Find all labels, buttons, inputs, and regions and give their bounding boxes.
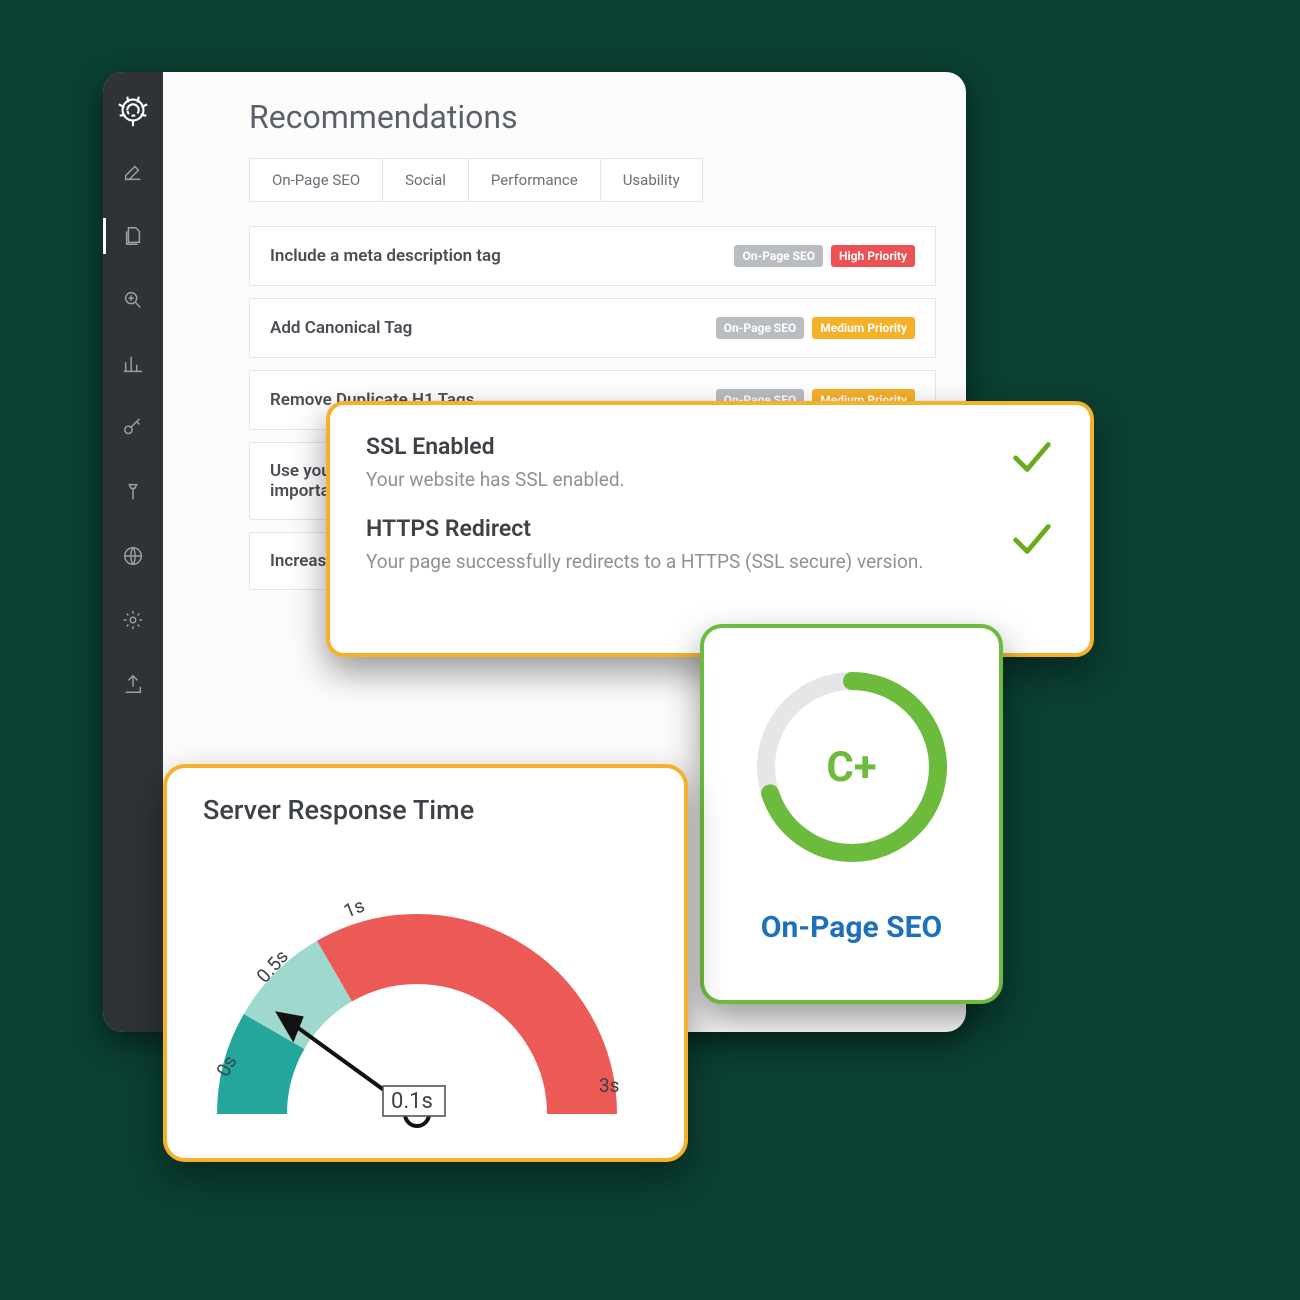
- sidebar-item-analytics[interactable]: [103, 332, 163, 396]
- sidebar-item-export[interactable]: [103, 652, 163, 716]
- gauge-tick: 1s: [340, 894, 368, 923]
- priority-badge: High Priority: [831, 245, 915, 267]
- tab-usability[interactable]: Usability: [601, 158, 703, 202]
- security-heading: HTTPS Redirect: [366, 515, 923, 542]
- sidebar-item-pages[interactable]: [103, 204, 163, 268]
- security-description: Your website has SSL enabled.: [366, 468, 625, 491]
- security-item: HTTPS Redirect Your page successfully re…: [366, 515, 1054, 573]
- sidebar-item-web[interactable]: [103, 524, 163, 588]
- grade-ring: C+: [747, 662, 957, 872]
- app-logo: [103, 80, 163, 140]
- gauge-title: Server Response Time: [203, 794, 654, 826]
- sidebar-item-tools[interactable]: [103, 460, 163, 524]
- recommendation-row[interactable]: Add Canonical Tag On-Page SEO Medium Pri…: [249, 298, 936, 358]
- grade-card: C+ On-Page SEO: [700, 624, 1003, 1004]
- priority-badge: Medium Priority: [812, 317, 915, 339]
- security-heading: SSL Enabled: [366, 433, 625, 460]
- page-title: Recommendations: [249, 98, 936, 136]
- tab-bar: On-Page SEO Social Performance Usability: [249, 158, 936, 202]
- sidebar-item-settings[interactable]: [103, 588, 163, 652]
- recommendation-title: Include a meta description tag: [270, 246, 501, 266]
- recommendation-row[interactable]: Include a meta description tag On-Page S…: [249, 226, 936, 286]
- security-description: Your page successfully redirects to a HT…: [366, 550, 923, 573]
- category-badge: On-Page SEO: [716, 317, 805, 339]
- grade-letter: C+: [747, 662, 957, 872]
- category-badge: On-Page SEO: [734, 245, 823, 267]
- gauge-card: Server Response Time 0s 0.5s 1s 3s 0.1s: [163, 764, 688, 1162]
- security-card: SSL Enabled Your website has SSL enabled…: [326, 401, 1094, 657]
- sidebar-item-keys[interactable]: [103, 396, 163, 460]
- check-icon: [1008, 515, 1054, 565]
- grade-label: On-Page SEO: [761, 910, 942, 945]
- gauge-value: 0.1s: [391, 1089, 433, 1114]
- tab-social[interactable]: Social: [383, 158, 469, 202]
- check-icon: [1008, 433, 1054, 483]
- recommendation-title: Add Canonical Tag: [270, 318, 412, 338]
- sidebar-item-zoom[interactable]: [103, 268, 163, 332]
- gauge-chart: 0s 0.5s 1s 3s 0.1s: [197, 834, 677, 1144]
- gauge-tick: 3s: [599, 1074, 619, 1097]
- tab-performance[interactable]: Performance: [469, 158, 601, 202]
- security-item: SSL Enabled Your website has SSL enabled…: [366, 433, 1054, 491]
- tab-on-page-seo[interactable]: On-Page SEO: [249, 158, 383, 202]
- sidebar-item-edit[interactable]: [103, 140, 163, 204]
- sidebar: [103, 72, 163, 1032]
